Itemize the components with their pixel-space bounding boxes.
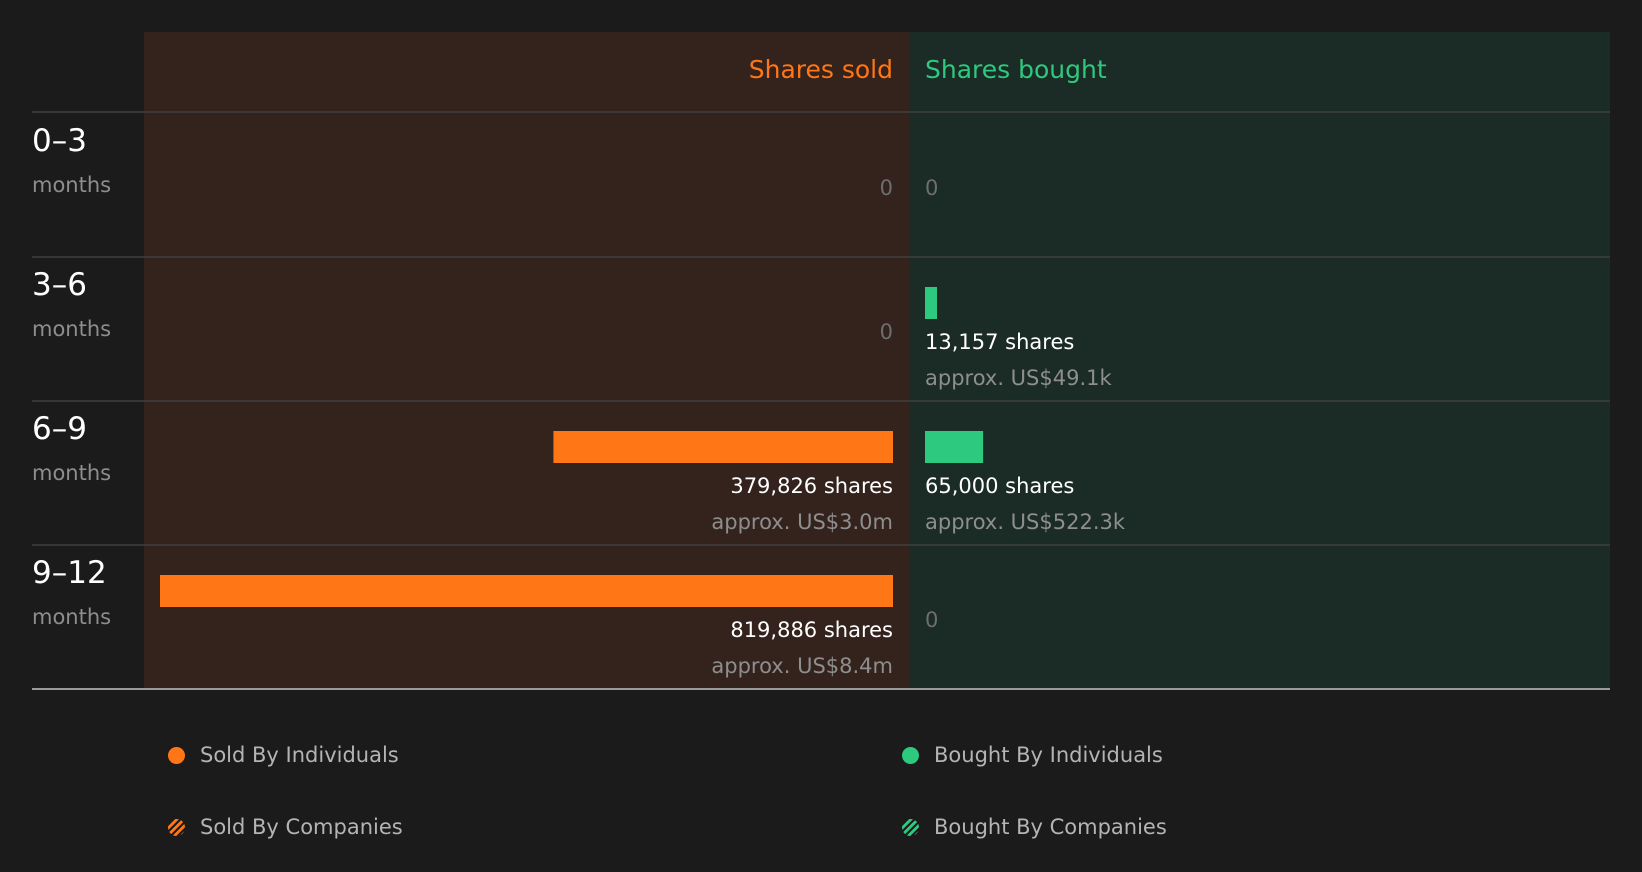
row-unit-label: months [32, 461, 111, 485]
sold-bar [160, 575, 893, 607]
bought-value-label: approx. US$522.3k [925, 510, 1126, 534]
legend-label-bought-individuals: Bought By Individuals [934, 743, 1163, 767]
sold-shares-label: 819,886 shares [730, 618, 893, 642]
sold-bar [553, 431, 893, 463]
row-range-label: 0–3 [32, 123, 87, 159]
bought-shares-label: 65,000 shares [925, 474, 1074, 498]
sold-value-label: approx. US$8.4m [711, 654, 893, 678]
row-unit-label: months [32, 317, 111, 341]
bought-zero-label: 0 [925, 608, 938, 632]
bought-companies-hatched-icon [902, 818, 919, 836]
bought-panel [909, 32, 1610, 688]
legend-label-sold-individuals: Sold By Individuals [200, 743, 399, 767]
bought-bar [925, 287, 937, 319]
bought-value-label: approx. US$49.1k [925, 366, 1113, 390]
row-range-label: 6–9 [32, 411, 87, 447]
row-range-label: 9–12 [32, 555, 107, 591]
sold-zero-label: 0 [880, 320, 893, 344]
sold-shares-label: 379,826 shares [730, 474, 893, 498]
bought-zero-label: 0 [925, 176, 938, 200]
bought-shares-label: 13,157 shares [925, 330, 1074, 354]
sold-value-label: approx. US$3.0m [711, 510, 893, 534]
bought-individuals-dot-icon [902, 746, 919, 764]
row-unit-label: months [32, 173, 111, 197]
legend-label-bought-companies: Bought By Companies [934, 815, 1167, 839]
insider-trading-chart: Shares sold Shares bought 0–3 months 0 0 3–6… [32, 32, 1610, 690]
legend-item-sold-companies[interactable]: Sold By Companies [168, 815, 403, 839]
legend-item-bought-individuals[interactable]: Bought By Individuals [902, 743, 1163, 767]
bought-bar [925, 431, 984, 463]
sold-zero-label: 0 [880, 176, 893, 200]
sold-individuals-dot-icon [168, 746, 185, 764]
row-range-label: 3–6 [32, 267, 87, 303]
row-unit-label: months [32, 605, 111, 629]
legend-item-sold-individuals[interactable]: Sold By Individuals [168, 743, 399, 767]
legend-item-bought-companies[interactable]: Bought By Companies [902, 815, 1167, 839]
sold-header: Shares sold [749, 55, 893, 84]
sold-companies-hatched-icon [168, 818, 185, 836]
bought-header: Shares bought [925, 55, 1107, 84]
legend-label-sold-companies: Sold By Companies [200, 815, 403, 839]
